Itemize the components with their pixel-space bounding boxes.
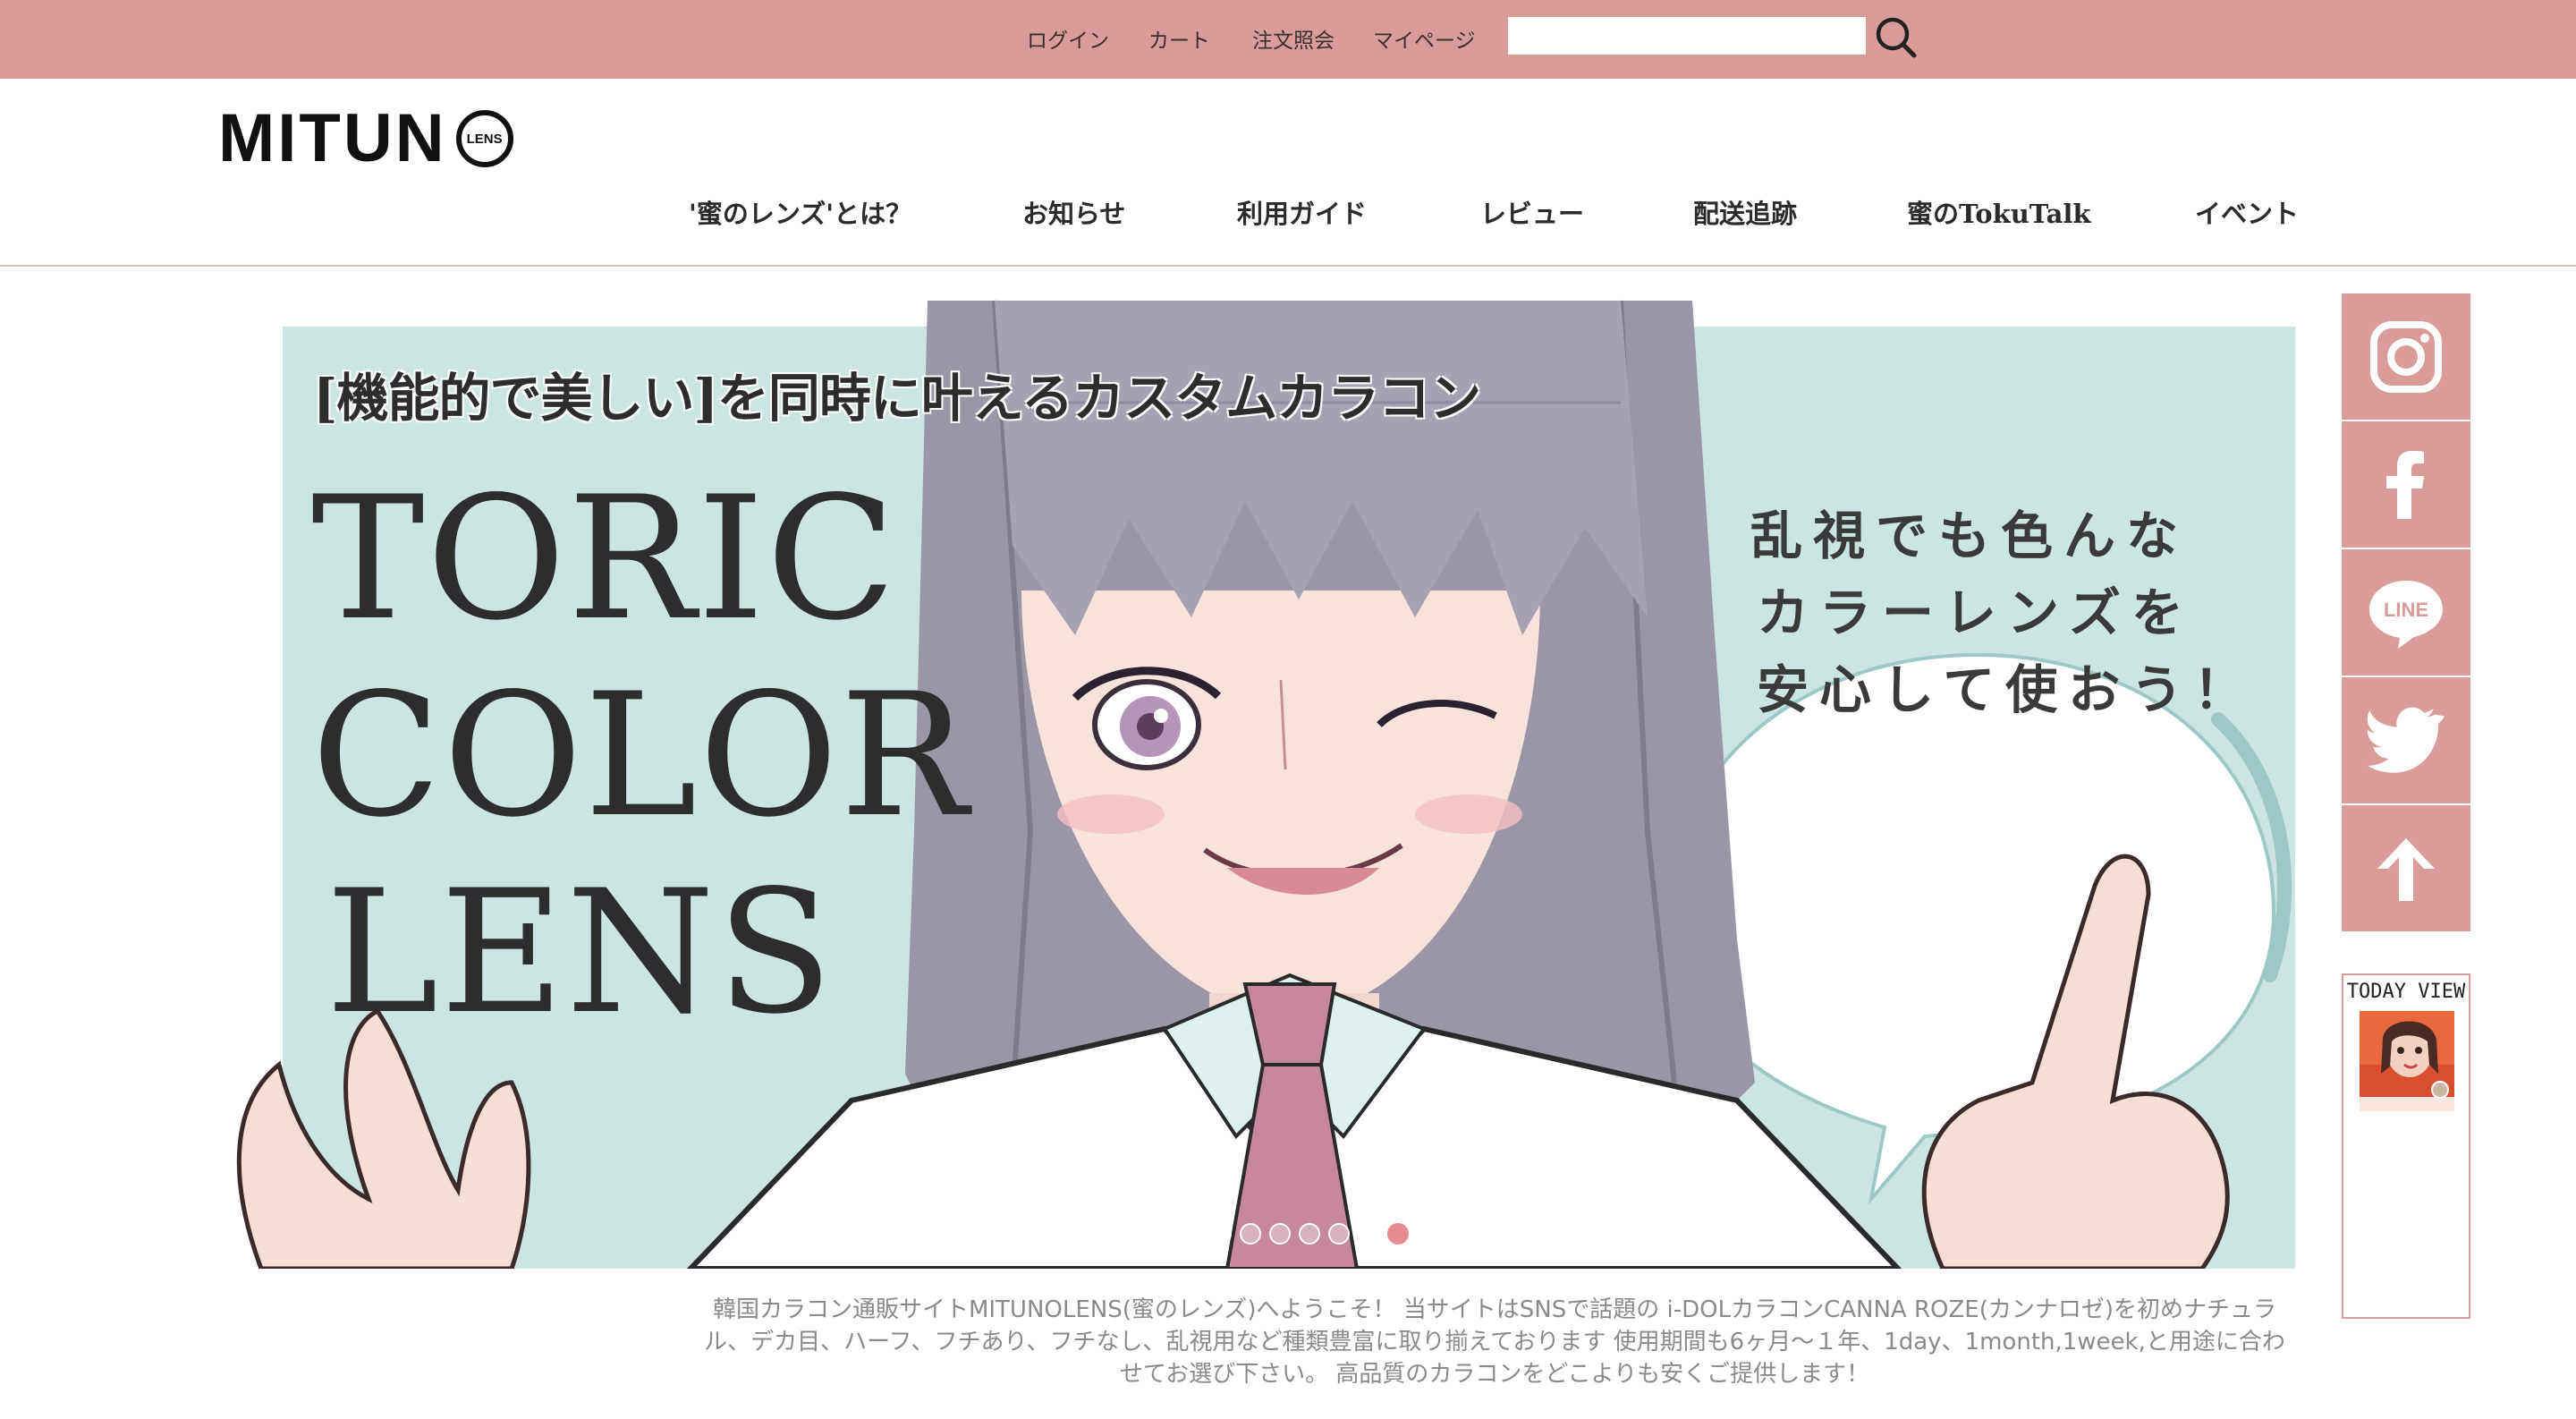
slider-dot[interactable] — [1387, 1223, 1409, 1245]
slider-dot[interactable] — [1299, 1223, 1320, 1245]
order-inquiry-link[interactable]: 注文照会 — [1252, 23, 1335, 54]
hero-banner[interactable]: [機能的で美しい]を同時に叶えるカスタムカラコン TORIC COLOR LEN… — [225, 295, 2295, 1269]
logo-lens-badge: LENS — [455, 110, 513, 167]
nav-review[interactable]: レビュー — [1480, 193, 1584, 231]
slider-dot[interactable] — [1505, 1223, 1527, 1245]
hero-title-line-1: TORIC — [311, 460, 898, 658]
slider-dots — [1181, 1221, 1556, 1246]
today-view-panel: TODAY VIEW — [2342, 973, 2470, 1319]
site-intro-text: 韓国カラコン通販サイトMITUNOLENS(蜜のレンズ)へようこそ！ 当サイトは… — [704, 1296, 2285, 1388]
nav-event[interactable]: イベント — [2195, 193, 2299, 231]
slider-dot[interactable] — [1535, 1223, 1556, 1245]
bubble-line-2: カラーレンズを — [1757, 582, 2194, 643]
line-button[interactable]: LINE — [2342, 549, 2470, 676]
slider-dot[interactable] — [1446, 1223, 1468, 1245]
slider-dot[interactable] — [1417, 1223, 1438, 1245]
arrow-up-icon — [2377, 837, 2435, 901]
hero-subtitle: [機能的で美しい]を同時に叶えるカスタムカラコン — [313, 368, 1481, 429]
cart-link[interactable]: カート — [1148, 23, 1210, 54]
bubble-line-1: 乱視でも色んな — [1750, 506, 2190, 566]
twitter-button[interactable] — [2342, 677, 2470, 803]
top-bar: ログイン カート 注文照会 マイページ — [0, 0, 2576, 79]
search-icon — [1876, 17, 1917, 58]
search-input[interactable] — [1508, 17, 1866, 55]
slider-dot[interactable] — [1358, 1223, 1379, 1245]
slider-dot[interactable] — [1210, 1223, 1232, 1245]
nav-guide[interactable]: 利用ガイド — [1237, 193, 1367, 231]
today-view-title: TODAY VIEW — [2346, 981, 2466, 1003]
instagram-button[interactable] — [2342, 293, 2470, 420]
product-thumbnail-image — [2360, 1011, 2454, 1111]
hero-title-line-3: LENS — [326, 854, 835, 1051]
today-view-thumbnail[interactable] — [2360, 1011, 2454, 1111]
slider-dot[interactable] — [1269, 1223, 1291, 1245]
nav-news[interactable]: お知らせ — [1022, 193, 1125, 231]
nav-tracking[interactable]: 配送追跡 — [1693, 193, 1797, 231]
search-button[interactable] — [1871, 13, 1921, 63]
slider-dot[interactable] — [1328, 1223, 1350, 1245]
scroll-top-button[interactable] — [2342, 805, 2470, 931]
nav-about[interactable]: '蜜のレンズ'とは？ — [689, 193, 911, 231]
mypage-link[interactable]: マイページ — [1373, 23, 1476, 54]
instagram-icon — [2370, 320, 2442, 393]
login-link[interactable]: ログイン — [1027, 23, 1109, 54]
facebook-button[interactable] — [2342, 421, 2470, 548]
site-logo[interactable]: MITUN LENS — [218, 98, 513, 179]
hero-title-line-2: COLOR — [311, 657, 970, 854]
slider-dot[interactable] — [1476, 1223, 1497, 1245]
nav-tokutalk[interactable]: 蜜のTokuTalk — [1907, 193, 2090, 231]
facebook-icon — [2386, 450, 2424, 519]
slider-dot[interactable] — [1181, 1223, 1202, 1245]
twitter-icon — [2367, 707, 2445, 773]
line-icon: LINE — [2369, 580, 2443, 649]
bubble-line-3: 安心して使おう！ — [1757, 659, 2257, 720]
slider-dot[interactable] — [1240, 1223, 1261, 1245]
logo-text: MITUN — [218, 100, 447, 176]
line-icon-label: LINE — [2384, 599, 2428, 621]
